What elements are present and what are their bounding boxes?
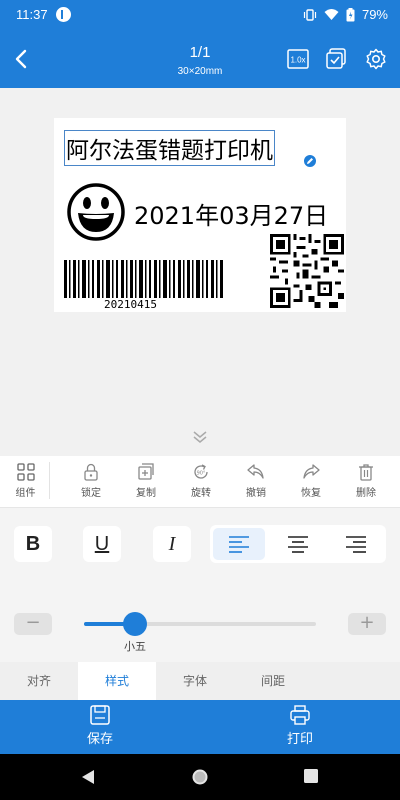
redo-icon xyxy=(303,464,320,479)
font-size-label: 小五 xyxy=(124,640,147,653)
svg-text:90°: 90° xyxy=(197,471,206,477)
multi-select-icon xyxy=(326,48,346,69)
rotate-label: 旋转 xyxy=(191,488,211,499)
tab-style[interactable]: 样式 xyxy=(78,662,156,700)
edit-badge[interactable] xyxy=(302,153,318,169)
underline-button[interactable]: U xyxy=(83,526,121,562)
font-size-slider-thumb[interactable] xyxy=(123,612,148,636)
edit-icon xyxy=(307,158,313,164)
redo-button[interactable]: 恢复 xyxy=(287,462,335,499)
status-icons: 79% xyxy=(303,7,388,22)
tab-align[interactable]: 对齐 xyxy=(0,662,78,700)
label-text-element[interactable]: 阿尔法蛋错题打印机 xyxy=(64,130,275,166)
print-icon xyxy=(290,705,310,725)
wifi-icon xyxy=(324,9,339,20)
nav-home-icon[interactable] xyxy=(191,768,209,786)
editor-header: 1/1 30×20mm 1.0x xyxy=(0,30,400,88)
lock-label: 锁定 xyxy=(81,488,101,499)
bold-button[interactable]: B xyxy=(14,526,52,562)
nav-back-icon[interactable] xyxy=(80,768,96,786)
status-bar: 11:37 79% xyxy=(0,0,400,30)
zoom-label: 1.0x xyxy=(290,56,305,65)
tab-font[interactable]: 字体 xyxy=(156,662,234,700)
qr-code-element[interactable] xyxy=(270,234,344,308)
delete-label: 删除 xyxy=(356,488,376,499)
vibrate-icon xyxy=(303,8,317,21)
settings-icon xyxy=(366,48,386,70)
battery-percent: 79% xyxy=(361,7,388,22)
align-center-icon xyxy=(288,536,308,553)
battery-icon xyxy=(346,7,355,21)
collapse-panel-icon[interactable] xyxy=(190,430,210,444)
zoom-button[interactable]: 1.0x xyxy=(286,47,310,71)
save-label: 保存 xyxy=(86,732,113,747)
align-right-button[interactable] xyxy=(330,528,382,560)
align-center-button[interactable] xyxy=(272,528,324,560)
lock-button[interactable]: 锁定 xyxy=(67,462,115,499)
rotate-icon: 90° xyxy=(194,464,208,479)
status-time: 11:37 xyxy=(16,7,48,22)
app-icon xyxy=(56,7,71,22)
undo-label: 撤销 xyxy=(246,488,266,499)
align-left-icon xyxy=(229,536,249,553)
save-icon xyxy=(90,705,110,725)
save-button[interactable]: 保存 xyxy=(60,704,140,747)
lock-icon xyxy=(84,463,98,481)
rotate-button[interactable]: 90° 旋转 xyxy=(177,462,225,499)
label-date-element[interactable]: 2021年03月27日 xyxy=(134,196,328,231)
smiley-icon[interactable] xyxy=(66,182,126,242)
barcode-element[interactable] xyxy=(64,260,224,298)
italic-button[interactable]: I xyxy=(153,526,191,562)
nav-recents-icon[interactable] xyxy=(303,768,319,784)
delete-icon xyxy=(359,464,373,481)
components-icon xyxy=(16,463,35,481)
redo-label: 恢复 xyxy=(301,488,321,499)
format-panel: B U I − 小五 + xyxy=(0,508,400,662)
barcode-number: 20210415 xyxy=(104,298,157,311)
copy-label: 复制 xyxy=(136,488,156,499)
align-right-icon xyxy=(346,536,366,553)
align-left-button[interactable] xyxy=(213,528,265,560)
alignment-group xyxy=(210,525,386,563)
action-bar: 保存 打印 xyxy=(0,700,400,754)
multi-select-button[interactable] xyxy=(324,47,348,71)
zoom-icon: 1.0x xyxy=(287,49,309,69)
tab-spacing[interactable]: 间距 xyxy=(234,662,312,700)
components-button[interactable]: 组件 xyxy=(2,462,50,499)
print-button[interactable]: 打印 xyxy=(260,704,340,747)
undo-button[interactable]: 撤销 xyxy=(232,462,280,499)
copy-button[interactable]: 复制 xyxy=(122,462,170,499)
undo-icon xyxy=(247,464,264,479)
edit-toolbar: 组件 锁定 复制 90° 旋转 撤销 恢复 删除 xyxy=(0,456,400,508)
delete-button[interactable]: 删除 xyxy=(342,462,390,499)
copy-icon xyxy=(138,463,154,480)
font-size-decrease-button[interactable]: − xyxy=(14,613,52,635)
font-size-increase-button[interactable]: + xyxy=(348,613,386,635)
property-tabs: 对齐 样式 字体 间距 xyxy=(0,662,400,700)
settings-button[interactable] xyxy=(364,47,388,71)
font-size-slider[interactable] xyxy=(84,622,316,626)
system-nav-bar xyxy=(0,754,400,800)
label-preview[interactable]: 阿尔法蛋错题打印机 2021年03月27日 20210415 xyxy=(54,118,346,312)
print-label: 打印 xyxy=(286,732,313,747)
components-label: 组件 xyxy=(15,488,36,499)
